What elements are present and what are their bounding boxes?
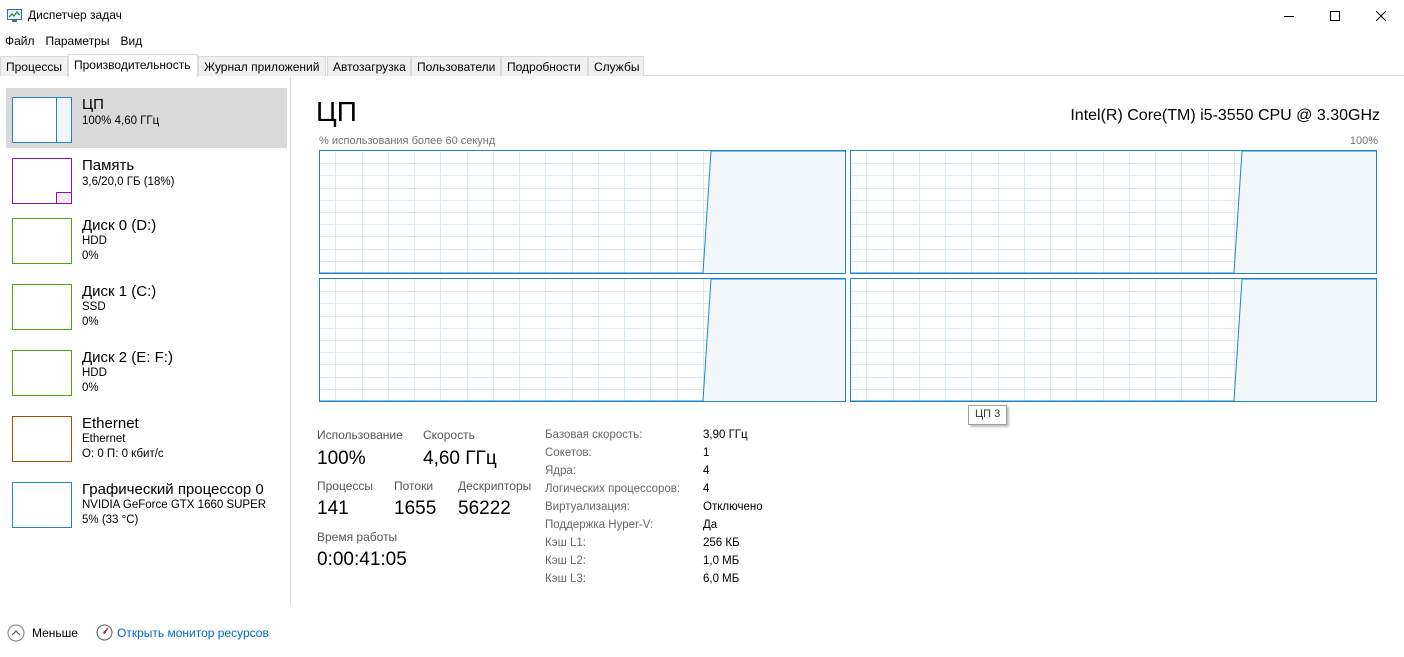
chevron-up-icon[interactable]: [7, 624, 25, 642]
cpu-graph-core-3[interactable]: [850, 278, 1377, 402]
graph-axis-label: % использования более 60 секунд: [319, 135, 496, 147]
sidebar-item-type: SSD: [82, 301, 106, 313]
handles-label: Дескрипторы: [458, 479, 532, 493]
sidebar-item-disk1[interactable]: Диск 1 (C:) SSD 0%: [6, 275, 287, 335]
speed-label: Скорость: [423, 428, 475, 442]
tab-users[interactable]: Пользователи: [411, 56, 501, 76]
sidebar-item-type: NVIDIA GeForce GTX 1660 SUPER: [82, 499, 267, 511]
info-label: Кэш L2:: [545, 555, 586, 567]
info-value: Да: [703, 519, 718, 531]
processes-value: 141: [317, 498, 349, 519]
info-label: Виртуализация:: [545, 501, 630, 513]
menu-file[interactable]: Файл: [0, 31, 41, 51]
info-value: 3,90 ГГц: [703, 429, 748, 441]
tab-services[interactable]: Службы: [588, 56, 644, 76]
window-title: Диспетчер задач: [28, 8, 122, 22]
sidebar-item-type: HDD: [82, 235, 107, 247]
menu-view[interactable]: Вид: [115, 31, 148, 51]
cpu-model-name: Intel(R) Core(TM) i5-3550 CPU @ 3.30GHz: [1070, 107, 1380, 124]
sidebar-item-detail: 3,6/20,0 ГБ (18%): [82, 176, 175, 188]
sidebar-item-ethernet[interactable]: Ethernet Ethernet О: 0 П: 0 кбит/с: [6, 407, 287, 467]
resource-sidebar: ЦП 100% 4,60 ГГц Память 3,6/20,0 ГБ (18%…: [0, 77, 291, 605]
maximize-icon: [1330, 10, 1340, 21]
usage-label: Использование: [317, 428, 403, 442]
speed-value: 4,60 ГГц: [423, 448, 497, 469]
sidebar-item-label: Графический процессор 0: [82, 481, 264, 498]
cpu-graph-core-2[interactable]: [319, 278, 846, 402]
sidebar-item-gpu[interactable]: Графический процессор 0 NVIDIA GeForce G…: [6, 473, 287, 533]
graph-tooltip: ЦП 3: [968, 405, 1008, 425]
title-bar: Диспетчер задач: [0, 0, 1404, 31]
maximize-button[interactable]: [1312, 0, 1358, 31]
threads-label: Потоки: [394, 479, 434, 493]
sidebar-item-label: Диск 0 (D:): [82, 217, 157, 234]
sidebar-item-cpu[interactable]: ЦП 100% 4,60 ГГц: [6, 88, 287, 148]
sidebar-item-label: Диск 1 (C:): [82, 283, 157, 300]
info-value: 1,0 МБ: [703, 555, 740, 567]
info-value: 4: [703, 483, 710, 495]
sidebar-item-label: ЦП: [82, 96, 104, 113]
sidebar-item-detail: 0%: [82, 316, 99, 328]
tab-processes[interactable]: Процессы: [0, 56, 68, 76]
tab-app-history[interactable]: Журнал приложений: [198, 56, 326, 76]
fewer-details-button[interactable]: Меньше: [32, 626, 78, 640]
info-value: 6,0 МБ: [703, 573, 740, 585]
resource-monitor-icon: [96, 624, 113, 641]
close-button[interactable]: [1358, 0, 1404, 31]
info-value: 256 КБ: [703, 537, 740, 549]
sidebar-item-detail: 100% 4,60 ГГц: [82, 115, 160, 127]
disk1-thumbnail: [12, 284, 72, 330]
menu-options[interactable]: Параметры: [41, 31, 116, 51]
info-value: 1: [703, 447, 710, 459]
info-value: 4: [703, 465, 710, 477]
tab-strip: Процессы Производительность Журнал прило…: [0, 54, 1404, 77]
cpu-thumbnail: [12, 97, 72, 143]
tab-startup[interactable]: Автозагрузка: [327, 56, 411, 76]
info-label: Логических процессоров:: [545, 483, 681, 495]
info-label: Кэш L3:: [545, 573, 586, 585]
sidebar-item-detail: 0%: [82, 250, 99, 262]
sidebar-item-type: Ethernet: [82, 433, 126, 445]
graph-max-label: 100%: [1349, 135, 1378, 147]
disk0-thumbnail: [12, 218, 72, 264]
info-label: Сокетов:: [545, 447, 592, 459]
footer: Меньше Открыть монитор ресурсов: [0, 620, 1404, 648]
sidebar-item-detail: 5% (33 °C): [82, 514, 139, 526]
sidebar-item-memory[interactable]: Память 3,6/20,0 ГБ (18%): [6, 149, 287, 209]
handles-value: 56222: [458, 498, 511, 519]
sidebar-item-label: Память: [82, 157, 135, 174]
usage-value: 100%: [317, 448, 366, 469]
gpu-thumbnail: [12, 482, 72, 528]
tab-performance[interactable]: Производительность: [68, 54, 198, 77]
uptime-value: 0:00:41:05: [317, 549, 407, 570]
ethernet-thumbnail: [12, 416, 72, 462]
close-icon: [1376, 10, 1386, 21]
sidebar-item-label: Диск 2 (E: F:): [82, 349, 173, 366]
sidebar-item-detail: 0%: [82, 382, 99, 394]
info-label: Поддержка Hyper-V:: [545, 519, 654, 531]
minimize-button[interactable]: [1266, 0, 1312, 31]
sidebar-item-disk0[interactable]: Диск 0 (D:) HDD 0%: [6, 209, 287, 269]
threads-value: 1655: [394, 498, 437, 519]
minimize-icon: [1284, 15, 1294, 17]
page-title: ЦП: [316, 96, 357, 127]
task-manager-icon: [7, 9, 22, 22]
info-label: Базовая скорость:: [545, 429, 643, 441]
tab-details[interactable]: Подробности: [501, 56, 588, 76]
info-label: Кэш L1:: [545, 537, 586, 549]
open-resource-monitor-link[interactable]: Открыть монитор ресурсов: [117, 626, 269, 640]
cpu-graph-core-0[interactable]: [319, 150, 846, 274]
info-value: Отключено: [703, 501, 763, 513]
cpu-graph-core-1[interactable]: [850, 150, 1377, 274]
info-label: Ядра:: [545, 465, 577, 477]
memory-thumbnail: [12, 158, 72, 204]
disk2-thumbnail: [12, 350, 72, 396]
sidebar-item-disk2[interactable]: Диск 2 (E: F:) HDD 0%: [6, 341, 287, 401]
sidebar-item-detail: О: 0 П: 0 кбит/с: [82, 448, 164, 460]
sidebar-item-type: HDD: [82, 367, 107, 379]
uptime-label: Время работы: [317, 530, 398, 544]
processes-label: Процессы: [317, 479, 374, 493]
sidebar-item-label: Ethernet: [82, 415, 139, 432]
menu-bar: Файл Параметры Вид: [0, 31, 148, 51]
